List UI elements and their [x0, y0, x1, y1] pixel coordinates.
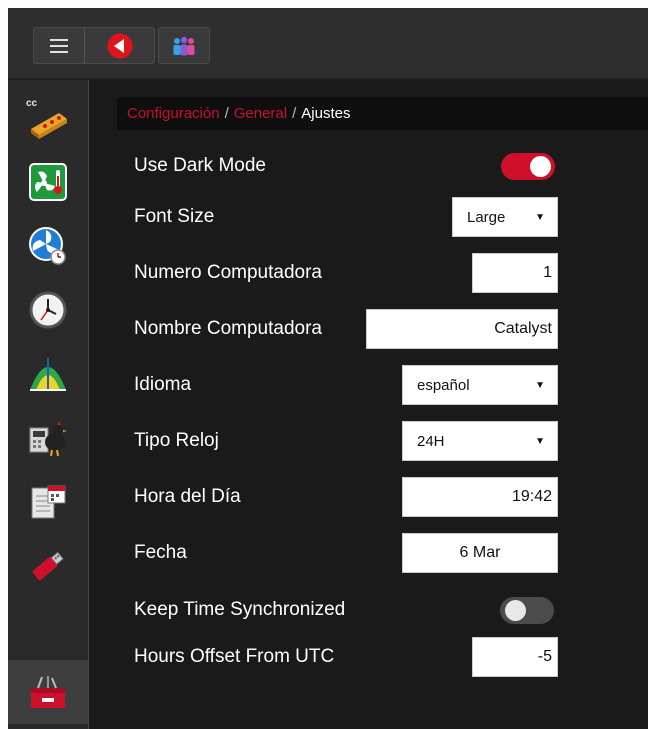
top-bar	[8, 8, 648, 80]
keep-synced-toggle[interactable]	[500, 597, 554, 624]
settings-panel: Configuración / General / Ajustes Use Da…	[89, 80, 648, 729]
hamburger-menu-button[interactable]	[34, 28, 85, 63]
font-size-value: Large	[467, 208, 506, 226]
sidebar-item-ventilation[interactable]	[8, 214, 88, 278]
setting-row-date: Fecha 6 Mar	[134, 533, 558, 573]
setting-row-keep-synced: Keep Time Synchronized	[134, 590, 558, 630]
computer-number-input[interactable]: 1	[472, 253, 558, 293]
breadcrumb-separator: /	[292, 105, 297, 122]
font-size-select[interactable]: Large ▼	[452, 197, 558, 237]
setting-row-computer-number: Numero Computadora 1	[134, 253, 558, 293]
toggle-knob	[505, 600, 526, 621]
language-label: Idioma	[134, 374, 192, 395]
users-button[interactable]	[158, 27, 210, 64]
breadcrumb-link-configuration[interactable]: Configuración	[127, 105, 220, 122]
chevron-down-icon: ▼	[535, 211, 545, 223]
language-value: español	[417, 376, 470, 394]
setting-row-time-of-day: Hora del Día 19:42	[134, 477, 558, 517]
dark-mode-toggle[interactable]	[501, 153, 555, 180]
date-input[interactable]: 6 Mar	[402, 533, 558, 573]
utc-offset-value: -5	[537, 648, 552, 665]
app-window: cc Configuración / General / Ajustes Use…	[8, 8, 648, 729]
sidebar-item-reports[interactable]	[8, 470, 88, 534]
setting-row-utc-offset: Hours Offset From UTC -5	[134, 637, 558, 677]
sidebar-item-heaters[interactable]: cc	[8, 86, 88, 150]
time-of-day-input[interactable]: 19:42	[402, 477, 558, 517]
time-of-day-value: 19:42	[511, 488, 552, 505]
breadcrumb-separator: /	[224, 105, 229, 122]
svg-text:cc: cc	[26, 98, 38, 109]
computer-name-value: Catalyst	[494, 320, 552, 337]
sidebar-item-tools[interactable]	[8, 660, 88, 724]
dark-mode-label: Use Dark Mode	[134, 155, 266, 176]
cc-heater-icon: cc	[26, 98, 67, 139]
chevron-down-icon: ▼	[535, 379, 545, 391]
setting-row-dark-mode: Use Dark Mode	[134, 146, 558, 186]
calendar-report-icon	[31, 485, 66, 519]
language-select[interactable]: español ▼	[402, 365, 558, 405]
breadcrumb-current: Ajustes	[301, 105, 351, 122]
back-arrow-icon	[107, 33, 132, 58]
date-label: Fecha	[134, 542, 187, 563]
setting-row-computer-name: Nombre Computadora Catalyst	[134, 309, 558, 349]
sidebar-item-usb[interactable]	[8, 534, 88, 598]
date-value: 6 Mar	[459, 544, 501, 561]
growth-curve-icon	[30, 358, 66, 391]
computer-name-input[interactable]: Catalyst	[366, 309, 558, 349]
clock-type-select[interactable]: 24H ▼	[402, 421, 558, 461]
sidebar: cc	[8, 80, 89, 729]
breadcrumb-link-general[interactable]: General	[234, 105, 287, 122]
nav-button-group	[33, 27, 155, 64]
chevron-down-icon: ▼	[535, 435, 545, 447]
clock-icon	[29, 291, 67, 329]
utc-offset-input[interactable]: -5	[472, 637, 558, 677]
back-button[interactable]	[85, 28, 154, 63]
fan-thermometer-icon	[29, 163, 67, 201]
computer-name-label: Nombre Computadora	[134, 318, 322, 339]
keep-synced-label: Keep Time Synchronized	[134, 599, 346, 620]
toggle-knob	[530, 156, 551, 177]
computer-number-label: Numero Computadora	[134, 262, 322, 283]
computer-number-value: 1	[543, 264, 552, 281]
usb-drive-icon	[32, 551, 64, 581]
hamburger-icon	[50, 38, 68, 53]
setting-row-language: Idioma español ▼	[134, 365, 558, 405]
sidebar-item-clock[interactable]	[8, 278, 88, 342]
time-of-day-label: Hora del Día	[134, 486, 241, 507]
bird-scale-icon	[29, 421, 67, 457]
ventilation-timer-icon	[29, 227, 66, 265]
font-size-label: Font Size	[134, 206, 215, 227]
utc-offset-label: Hours Offset From UTC	[134, 646, 335, 667]
sidebar-item-fans-temperature[interactable]	[8, 150, 88, 214]
setting-row-font-size: Font Size Large ▼	[134, 197, 558, 237]
setting-row-clock-type: Tipo Reloj 24H ▼	[134, 421, 558, 461]
users-icon	[173, 36, 195, 55]
clock-type-label: Tipo Reloj	[134, 430, 219, 451]
breadcrumb: Configuración / General / Ajustes	[117, 97, 648, 130]
sidebar-item-bird-scale[interactable]	[8, 406, 88, 470]
clock-type-value: 24H	[417, 432, 445, 450]
toolbox-icon	[31, 676, 65, 708]
sidebar-item-growth-curve[interactable]	[8, 342, 88, 406]
